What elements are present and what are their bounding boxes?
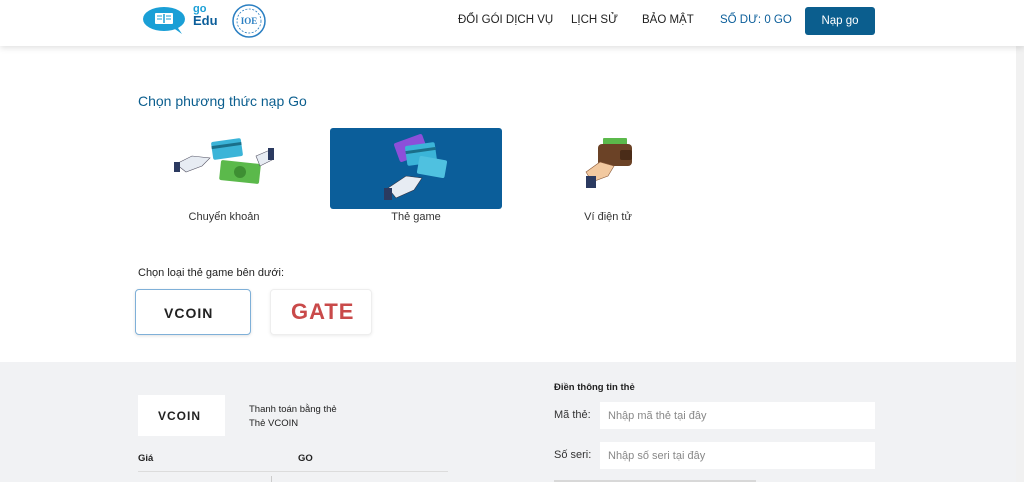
page-scrollbar[interactable] bbox=[1016, 46, 1024, 482]
table-column-divider bbox=[271, 476, 272, 482]
ioe-logo-icon: IOE bbox=[232, 4, 266, 38]
brand-edu: Edu bbox=[193, 13, 218, 28]
goedu-logo-icon[interactable] bbox=[142, 5, 190, 35]
top-header: go Edu IOE ĐỔI GÓI DỊCH VỤ LỊCH SỬ BẢO M… bbox=[0, 0, 1024, 46]
top-up-button[interactable]: Nạp go bbox=[805, 7, 875, 35]
payment-line-1: Thanh toán bằng thẻ bbox=[249, 404, 337, 415]
table-divider bbox=[138, 471, 448, 472]
bank-transfer-icon bbox=[174, 138, 274, 184]
go-column-header: GO bbox=[298, 453, 313, 464]
method-game-card[interactable]: Thẻ game bbox=[330, 128, 502, 228]
vcoin-logo: VCOIN bbox=[164, 305, 214, 321]
selected-card-logo-box: VCOIN bbox=[138, 395, 225, 436]
method-e-wallet-label: Ví điện tử bbox=[584, 211, 632, 223]
card-form-title: Điền thông tin thẻ bbox=[554, 382, 635, 393]
nav-history[interactable]: LỊCH SỬ bbox=[571, 14, 618, 26]
brand-text: go Edu bbox=[193, 3, 218, 27]
card-option-vcoin[interactable]: VCOIN bbox=[135, 289, 251, 335]
method-section-title: Chọn phương thức nạp Go bbox=[138, 93, 307, 109]
serial-label: Số seri: bbox=[554, 449, 592, 461]
nav-change-package[interactable]: ĐỔI GÓI DỊCH VỤ bbox=[458, 14, 553, 26]
gate-logo: GATE bbox=[291, 299, 355, 324]
card-code-label: Mã thẻ: bbox=[554, 409, 591, 421]
method-game-card-label: Thẻ game bbox=[391, 211, 441, 223]
serial-input[interactable] bbox=[600, 442, 875, 469]
card-option-gate[interactable]: GATE bbox=[270, 289, 372, 335]
payment-description: Thanh toán bằng thẻ Thẻ VCOIN bbox=[249, 403, 337, 431]
method-bank-transfer-label: Chuyển khoản bbox=[188, 211, 260, 223]
method-bank-transfer[interactable]: Chuyển khoản bbox=[138, 128, 310, 228]
game-card-icon bbox=[384, 134, 448, 200]
price-column-header: Giá bbox=[138, 453, 154, 464]
card-code-input[interactable] bbox=[600, 402, 875, 429]
ioe-logo-text: IOE bbox=[241, 16, 258, 26]
method-e-wallet[interactable]: Ví điện tử bbox=[522, 128, 694, 228]
card-type-title: Chọn loại thẻ game bên dưới: bbox=[138, 267, 285, 279]
e-wallet-icon bbox=[585, 138, 632, 188]
selected-vcoin-logo: VCOIN bbox=[158, 409, 202, 423]
payment-line-2: Thẻ VCOIN bbox=[249, 418, 299, 429]
nav-security[interactable]: BẢO MẬT bbox=[642, 14, 694, 26]
nav-balance[interactable]: SỐ DƯ: 0 GO bbox=[720, 14, 792, 26]
